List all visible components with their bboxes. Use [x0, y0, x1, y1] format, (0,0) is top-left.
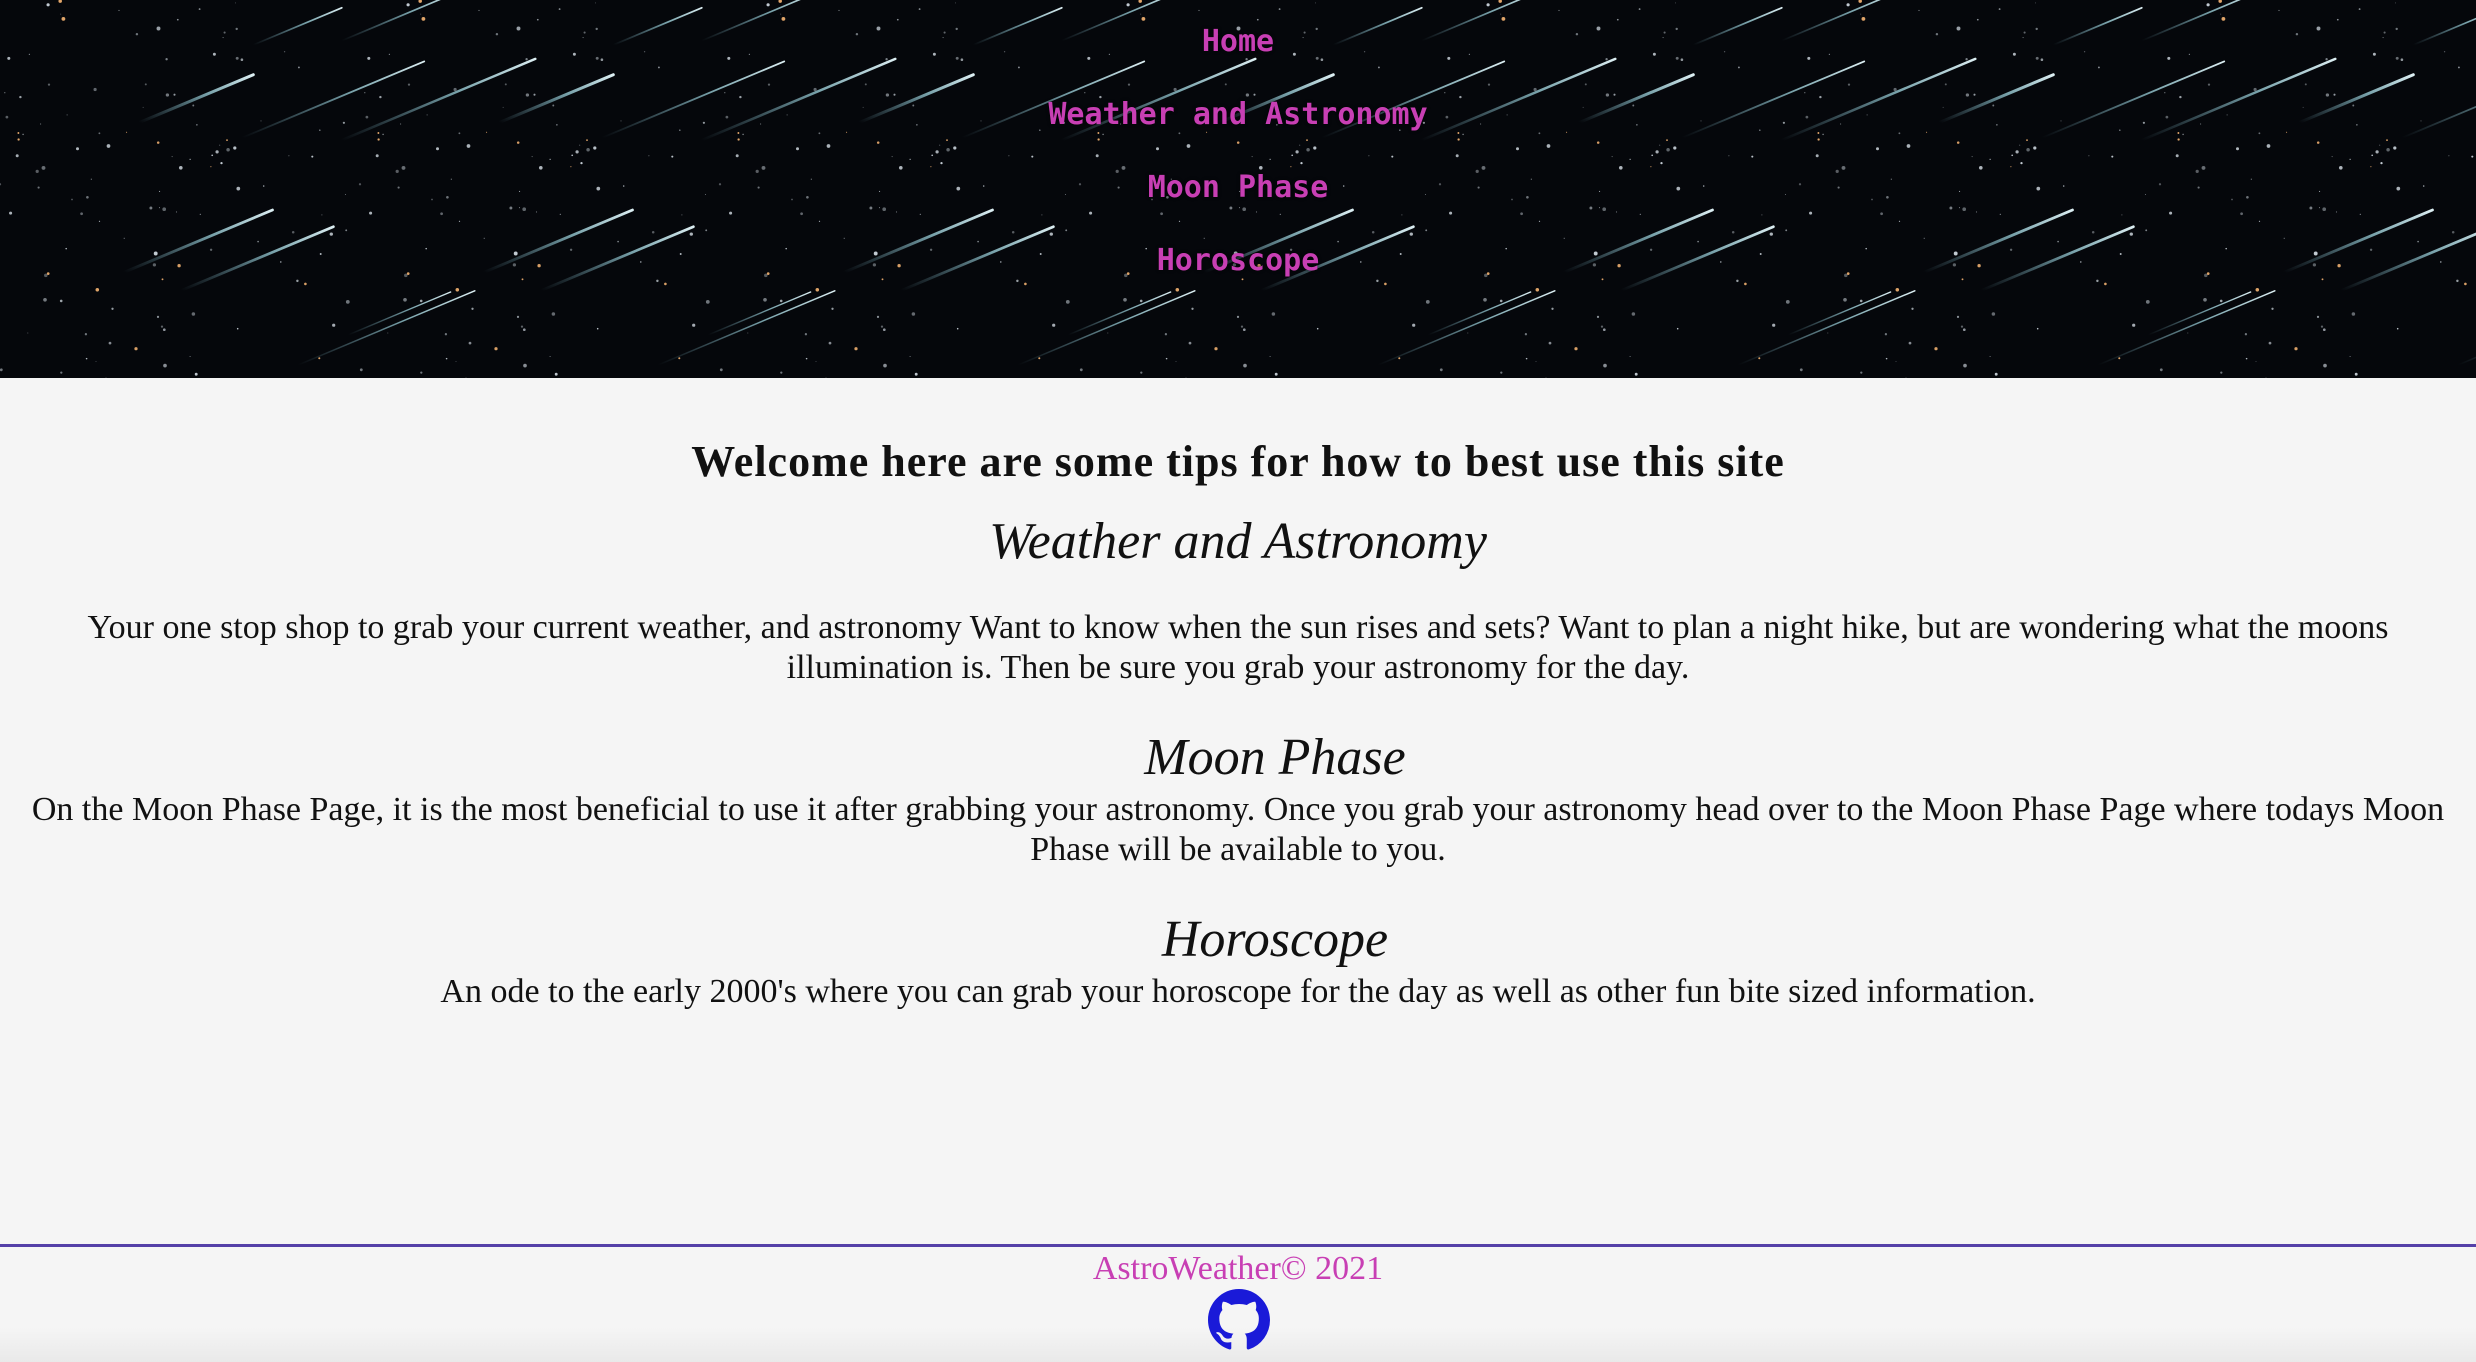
nav-link-weather-astronomy[interactable]: Weather and Astronomy — [1048, 95, 1427, 135]
footer: AstroWeather© 2021 — [0, 1247, 2476, 1362]
nav-link-horoscope[interactable]: Horoscope — [1157, 241, 1320, 281]
section-title-horoscope: Horoscope — [1161, 911, 1389, 968]
main-nav: Home Weather and Astronomy Moon Phase Ho… — [0, 0, 2476, 378]
section-text-weather-astronomy: Your one stop shop to grab your current … — [87, 609, 2389, 686]
section-text-horoscope: An ode to the early 2000's where you can… — [440, 973, 2036, 1010]
header-banner: Home Weather and Astronomy Moon Phase Ho… — [0, 0, 2476, 378]
nav-link-home[interactable]: Home — [1202, 22, 1274, 62]
section-title-weather-astronomy: Weather and Astronomy — [989, 513, 1487, 570]
nav-link-moon-phase[interactable]: Moon Phase — [1148, 168, 1329, 208]
github-icon[interactable] — [1208, 1289, 1270, 1351]
copyright-text: AstroWeather© 2021 — [1092, 1250, 1384, 1287]
section-text-moon-phase: On the Moon Phase Page, it is the most b… — [31, 791, 2445, 868]
section-title-moon-phase: Moon Phase — [1144, 729, 1406, 786]
welcome-heading: Welcome here are some tips for how to be… — [691, 437, 1785, 486]
